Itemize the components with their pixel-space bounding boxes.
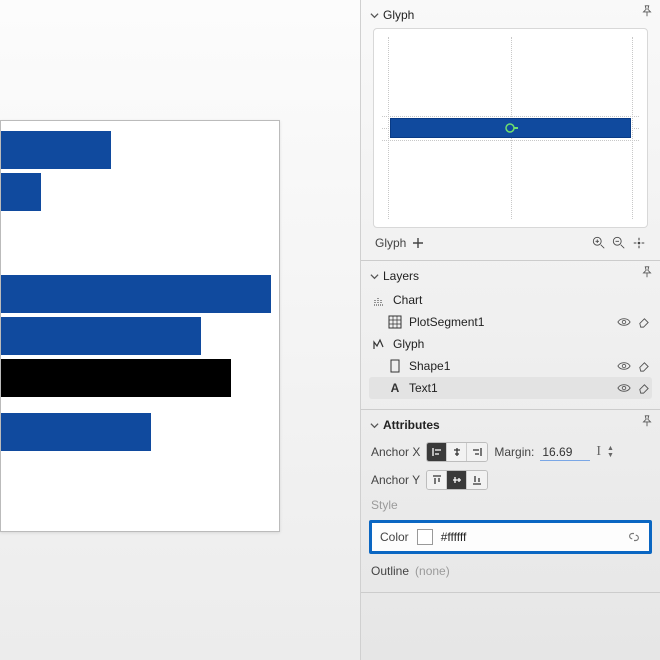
plotsegment-icon — [387, 314, 403, 330]
color-label: Color — [380, 530, 409, 544]
color-attribute-row[interactable]: Color #ffffff — [369, 520, 652, 554]
bind-data-icon[interactable] — [627, 530, 641, 544]
bar-6 — [1, 413, 151, 451]
side-panel: Glyph Glyph — [360, 0, 660, 660]
glyph-footer-label: Glyph — [375, 236, 406, 250]
bar-5-highlight — [1, 359, 231, 397]
anchor-x-label: Anchor X — [371, 445, 420, 459]
anchor-x-row: Anchor X Margin: I ▲▼ — [369, 438, 652, 466]
align-center-icon[interactable] — [447, 443, 467, 461]
erase-icon[interactable] — [637, 360, 650, 373]
layer-label: PlotSegment1 — [409, 315, 484, 329]
layer-label: Text1 — [409, 381, 438, 395]
glyph-editor[interactable] — [373, 28, 648, 228]
visibility-icon[interactable] — [617, 382, 631, 395]
text-cursor-icon: I — [596, 444, 601, 460]
visibility-icon[interactable] — [617, 316, 631, 329]
attributes-panel: Attributes Anchor X Margin: I ▲▼ Anchor … — [361, 410, 660, 593]
erase-icon[interactable] — [637, 316, 650, 329]
zoom-in-icon[interactable] — [592, 236, 606, 250]
add-glyph-button[interactable] — [412, 237, 424, 249]
align-bottom-icon[interactable] — [467, 471, 487, 489]
color-swatch[interactable] — [417, 529, 433, 545]
layer-chart[interactable]: Chart — [369, 289, 652, 311]
layer-glyph[interactable]: Glyph — [369, 333, 652, 355]
canvas[interactable] — [0, 0, 360, 660]
outline-row[interactable]: Outline (none) — [369, 560, 652, 582]
zoom-out-icon[interactable] — [612, 236, 626, 250]
anchor-x-toggle[interactable] — [426, 442, 488, 462]
pin-icon[interactable] — [640, 414, 654, 428]
outline-label: Outline — [371, 564, 409, 578]
style-heading: Style — [371, 498, 398, 512]
outline-value: (none) — [415, 564, 450, 578]
align-top-icon[interactable] — [427, 471, 447, 489]
layer-label: Shape1 — [409, 359, 450, 373]
bar-4 — [1, 317, 201, 355]
pin-icon[interactable] — [640, 4, 654, 18]
chevron-down-icon[interactable] — [369, 272, 379, 281]
bar-3 — [1, 275, 271, 313]
shape-icon — [387, 358, 403, 374]
margin-input[interactable] — [540, 444, 590, 461]
layer-label: Glyph — [393, 337, 424, 351]
align-middle-icon[interactable] — [447, 471, 467, 489]
chart-icon — [371, 292, 387, 308]
anchor-y-row: Anchor Y — [369, 466, 652, 494]
glyph-panel-title: Glyph — [383, 8, 414, 22]
layer-shape1[interactable]: Shape1 — [369, 355, 652, 377]
anchor-icon[interactable] — [503, 120, 519, 136]
layer-text1[interactable]: A Text1 — [369, 377, 652, 399]
layer-plotsegment1[interactable]: PlotSegment1 — [369, 311, 652, 333]
visibility-icon[interactable] — [617, 360, 631, 373]
layers-panel-title: Layers — [383, 269, 419, 283]
fit-icon[interactable] — [632, 236, 646, 250]
attributes-panel-title: Attributes — [383, 418, 440, 432]
glyph-icon — [371, 336, 387, 352]
color-value: #ffffff — [441, 530, 467, 544]
layer-label: Chart — [393, 293, 422, 307]
chart-preview — [0, 120, 280, 532]
chevron-down-icon[interactable] — [369, 11, 379, 20]
bar-2 — [1, 173, 41, 211]
anchor-y-toggle[interactable] — [426, 470, 488, 490]
text-icon: A — [387, 380, 403, 396]
align-right-icon[interactable] — [467, 443, 487, 461]
align-left-icon[interactable] — [427, 443, 447, 461]
chevron-down-icon[interactable] — [369, 421, 379, 430]
bar-1 — [1, 131, 111, 169]
glyph-panel: Glyph Glyph — [361, 0, 660, 261]
margin-label: Margin: — [494, 445, 534, 459]
pin-icon[interactable] — [640, 265, 654, 279]
margin-stepper[interactable]: ▲▼ — [607, 446, 615, 459]
layers-panel: Layers Chart PlotSegment1 Glyph — [361, 261, 660, 410]
erase-icon[interactable] — [637, 382, 650, 395]
anchor-y-label: Anchor Y — [371, 473, 420, 487]
